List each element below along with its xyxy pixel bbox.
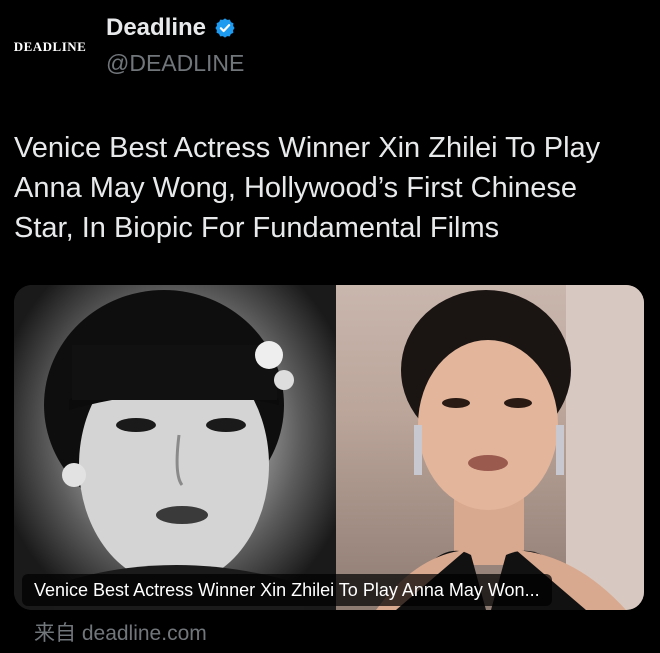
display-name[interactable]: Deadline <box>106 14 206 42</box>
account-handle[interactable]: @DEADLINE <box>106 50 244 77</box>
verified-badge-icon <box>215 18 235 38</box>
post-text: Venice Best Actress Winner Xin Zhilei To… <box>14 132 601 244</box>
vintage-portrait-image <box>14 285 336 610</box>
vintage-portrait-illustration <box>44 290 304 610</box>
post-header: DEADLINE Deadline @DEADLINE <box>0 0 660 100</box>
red-carpet-portrait-image <box>336 285 644 610</box>
link-card-title[interactable]: Venice Best Actress Winner Xin Zhilei To… <box>22 574 552 606</box>
link-card[interactable] <box>14 285 644 610</box>
avatar[interactable]: DEADLINE <box>8 22 92 72</box>
link-source[interactable]: 来自 deadline.com <box>34 617 207 647</box>
avatar-logo-text: DEADLINE <box>13 39 87 54</box>
name-row: Deadline <box>106 14 236 42</box>
red-carpet-portrait-illustration <box>376 285 644 610</box>
